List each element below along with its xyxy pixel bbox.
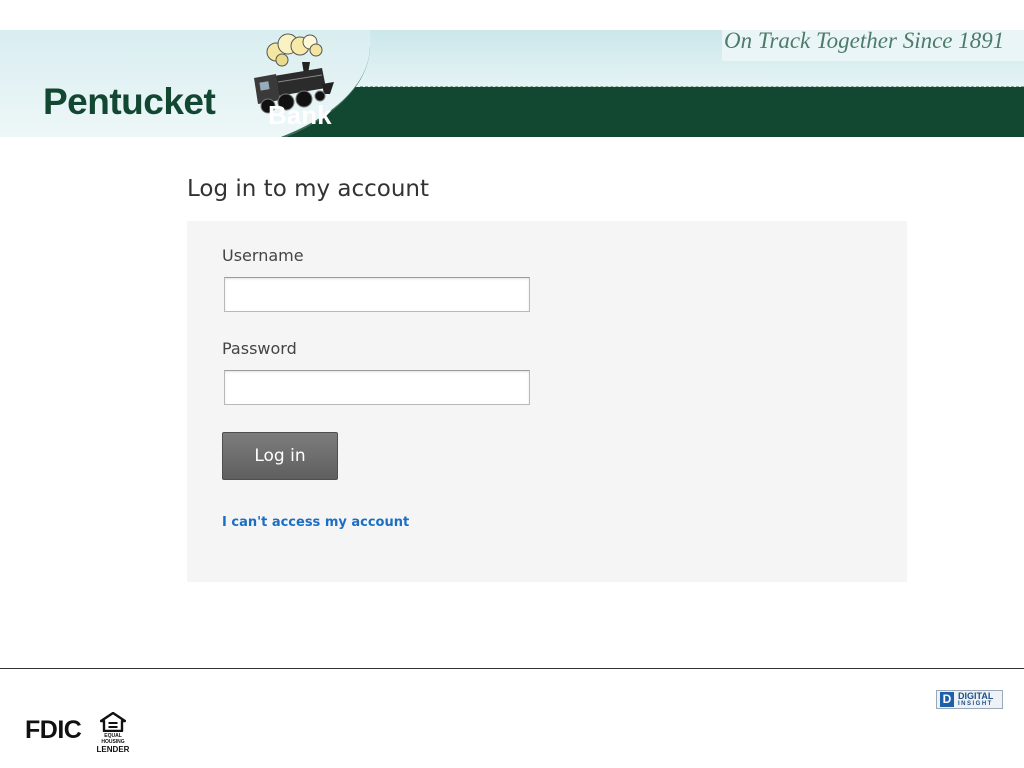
brand-suffix: Bank	[268, 100, 332, 130]
password-label: Password	[222, 339, 297, 358]
digital-insight-wordmark: DIGITAL INSIGHT	[958, 691, 994, 708]
equal-housing-lender-logo: EQUAL HOUSING LENDER	[92, 712, 134, 754]
digital-insight-badge[interactable]: D DIGITAL INSIGHT	[936, 690, 1003, 709]
rail-track	[360, 86, 1024, 87]
cant-access-account-link[interactable]: I can't access my account	[222, 515, 409, 530]
password-input[interactable]	[224, 370, 530, 405]
digital-insight-icon: D	[940, 692, 954, 707]
lender-text: LENDER	[96, 745, 130, 754]
footer-divider	[0, 668, 1024, 669]
login-form: Username Password Log in I can't access …	[187, 221, 907, 582]
digital-insight-line2: INSIGHT	[958, 701, 993, 707]
digital-insight-line1: DIGITAL	[958, 691, 994, 701]
brand-name: Pentucket	[43, 81, 216, 122]
login-button[interactable]: Log in	[222, 432, 338, 480]
header-banner: On Track Together Since 1891 Pentucket B…	[0, 30, 1024, 137]
bank-tagline: On Track Together Since 1891	[724, 30, 1005, 53]
house-icon	[100, 712, 126, 732]
username-input[interactable]	[224, 277, 530, 312]
page-title: Log in to my account	[187, 176, 430, 202]
username-label: Username	[222, 246, 304, 265]
equal-housing-text: EQUAL HOUSING	[101, 733, 125, 745]
fdic-logo: FDIC	[25, 716, 82, 744]
